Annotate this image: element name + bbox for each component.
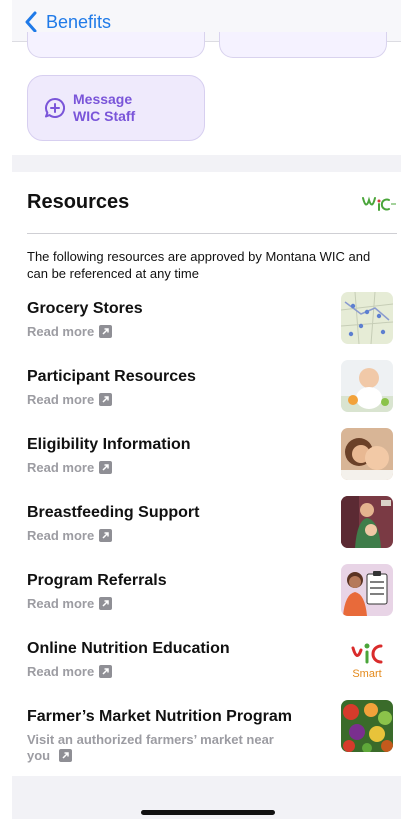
external-link-icon	[99, 529, 113, 542]
smart-logo-text: Smart	[352, 668, 381, 680]
breastfeeding-thumbnail	[341, 496, 393, 548]
mother-child-thumbnail	[341, 428, 393, 480]
chat-add-icon	[45, 97, 66, 118]
resource-farmers-market-nutrition-program[interactable]: Farmer’s Market Nutrition Program Visit …	[27, 700, 397, 772]
resource-program-referrals[interactable]: Program Referrals Read more	[27, 564, 397, 628]
read-more-link[interactable]: Read more	[27, 664, 113, 679]
read-more-label: Read more	[27, 392, 95, 407]
resource-title: Grocery Stores	[27, 300, 143, 317]
resources-section: Resources The following resources are ap…	[12, 172, 401, 776]
resources-header: Resources	[27, 172, 397, 234]
message-wic-staff-label: Message WIC Staff	[73, 91, 136, 124]
read-more-label: Read more	[27, 596, 95, 611]
chevron-left-icon	[25, 11, 37, 33]
read-more-label: Read more	[27, 664, 95, 679]
clipboard-thumbnail	[341, 564, 393, 616]
resource-title: Participant Resources	[27, 368, 196, 385]
external-link-icon	[99, 597, 113, 610]
bottom-area	[12, 776, 401, 819]
benefits-actions: Message WIC Staff	[12, 32, 401, 155]
read-more-link[interactable]: Read more	[27, 528, 113, 543]
wic-smart-logo: Smart	[341, 632, 393, 684]
resource-title: Breastfeeding Support	[27, 504, 200, 521]
back-label: Benefits	[46, 11, 112, 32]
read-more-link[interactable]: Read more	[27, 596, 113, 611]
resource-participant-resources[interactable]: Participant Resources Read more	[27, 360, 397, 424]
message-wic-staff-button[interactable]: Message WIC Staff	[27, 75, 205, 141]
home-indicator[interactable]	[141, 810, 275, 815]
external-link-icon	[99, 325, 113, 338]
action-card-partial[interactable]	[27, 32, 205, 58]
resource-title: Online Nutrition Education	[27, 640, 230, 657]
screen: Benefits Message WIC Staff Resources The…	[12, 0, 401, 819]
read-more-link[interactable]: Read more	[27, 460, 113, 475]
read-more-label: Read more	[27, 324, 95, 339]
resource-online-nutrition-education[interactable]: Online Nutrition Education Read more Sma…	[27, 632, 397, 696]
map-thumbnail	[341, 292, 393, 344]
resources-intro: The following resources are approved by …	[27, 249, 371, 281]
external-link-icon	[99, 393, 113, 406]
action-card-partial[interactable]	[219, 32, 387, 58]
wic-logo-icon	[362, 196, 396, 211]
external-link-icon	[58, 749, 72, 762]
resource-grocery-stores[interactable]: Grocery Stores Read more	[27, 292, 397, 356]
read-more-link[interactable]: Read more	[27, 324, 113, 339]
resource-breastfeeding-support[interactable]: Breastfeeding Support Read more	[27, 496, 397, 560]
read-more-label: Read more	[27, 528, 95, 543]
resource-title: Program Referrals	[27, 572, 167, 589]
external-link-icon	[99, 665, 113, 678]
resource-description[interactable]: Visit an authorized farmers’ market near…	[27, 732, 297, 764]
vegetables-thumbnail	[341, 700, 393, 752]
resources-title: Resources	[27, 191, 130, 213]
read-more-link[interactable]: Read more	[27, 392, 113, 407]
resource-title: Eligibility Information	[27, 436, 191, 453]
baby-thumbnail	[341, 360, 393, 412]
resource-title: Farmer’s Market Nutrition Program	[27, 708, 292, 725]
external-link-icon	[99, 461, 113, 474]
read-more-label: Read more	[27, 460, 95, 475]
resource-eligibility-information[interactable]: Eligibility Information Read more	[27, 428, 397, 492]
